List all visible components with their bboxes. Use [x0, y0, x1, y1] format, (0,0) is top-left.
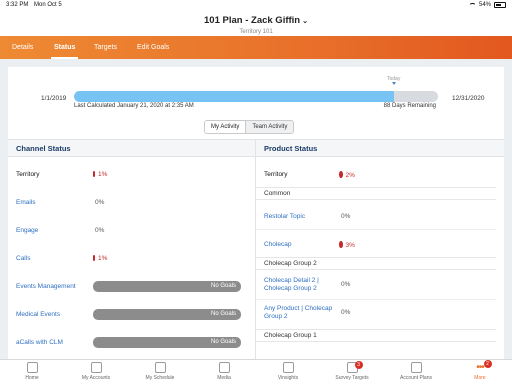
nav-survey-targets[interactable]: 3 Survey Targets	[320, 361, 384, 381]
channel-link[interactable]: aCalls with CLM	[16, 339, 86, 347]
progress-dot-icon	[339, 241, 343, 248]
product-value: 0%	[341, 309, 351, 316]
no-goals-bar: No Goals	[93, 309, 241, 320]
channel-value: 1%	[93, 171, 107, 179]
channel-link[interactable]: Calls	[16, 255, 86, 263]
team-activity-button[interactable]: Team Activity	[246, 121, 294, 133]
more-dots-icon: ••• 2	[475, 360, 492, 373]
battery-icon	[494, 2, 506, 8]
media-icon	[218, 362, 230, 373]
nav-account-plans[interactable]: Account Plans	[384, 362, 448, 381]
channel-value: 1%	[93, 255, 107, 263]
bottom-navigation: Home My Accounts My Schedule Media Vinsi…	[0, 359, 512, 384]
notification-badge: 2	[483, 360, 492, 368]
channel-value: 0%	[95, 199, 105, 206]
page-title: 101 Plan - Zack Giffin	[204, 15, 301, 26]
product-value: 0%	[341, 213, 351, 220]
clock-time: 3:32 PM	[6, 2, 29, 8]
days-remaining-text: 88 Days Remaining	[383, 103, 436, 109]
progress-dot-icon	[93, 255, 95, 261]
accounts-icon	[90, 362, 102, 373]
tab-details[interactable]: Details	[12, 36, 33, 59]
plan-title-dropdown[interactable]: 101 Plan - Zack Giffin ⌄	[204, 15, 308, 26]
row-divider	[256, 229, 496, 230]
product-value: 0%	[341, 281, 351, 288]
product-status-heading: Product Status	[256, 139, 504, 157]
channel-label: Territory	[16, 171, 40, 178]
no-goals-bar: No Goals	[93, 281, 241, 292]
plan-progress-bar	[74, 91, 438, 102]
tab-targets[interactable]: Targets	[94, 36, 117, 59]
product-link[interactable]: Restolar Topic	[264, 213, 334, 221]
account-plans-icon	[410, 362, 422, 373]
product-value: 3%	[339, 241, 355, 250]
product-link[interactable]: Any Product | Cholecap Group 2	[264, 305, 334, 321]
channel-link[interactable]: Medical Events	[16, 311, 86, 319]
today-marker-icon	[392, 82, 396, 85]
page-subtitle: Territory 101	[239, 29, 273, 35]
tab-bar: Details Status Targets Edit Goals	[0, 36, 512, 59]
calendar-icon	[154, 362, 166, 373]
channel-value: 0%	[95, 227, 105, 234]
row-divider	[256, 299, 496, 300]
product-value: 2%	[339, 171, 355, 180]
progress-dot-icon	[93, 171, 95, 177]
progress-dot-icon	[339, 171, 343, 178]
main-content: 1/1/2019 Today 12/31/2020 Last Calculate…	[0, 59, 512, 369]
timeline-start-date: 1/1/2019	[41, 95, 67, 102]
channel-link[interactable]: Emails	[16, 199, 86, 207]
status-card: 1/1/2019 Today 12/31/2020 Last Calculate…	[8, 67, 504, 369]
product-label: Territory	[264, 171, 288, 178]
product-group-header: Common	[256, 187, 496, 200]
plan-progress-fill	[74, 91, 395, 102]
product-link[interactable]: Cholecap	[264, 241, 334, 249]
timeline-end-date: 12/31/2020	[452, 95, 485, 102]
status-icons: 54%	[468, 2, 506, 8]
status-bar: 3:32 PM Mon Oct 5 54%	[0, 0, 512, 10]
channel-status-panel: Channel Status Territory 1% Emails 0% En…	[8, 139, 256, 369]
no-goals-bar: No Goals	[93, 337, 241, 348]
product-group-header: Cholecap Group 2	[256, 257, 496, 270]
channel-status-heading: Channel Status	[8, 139, 255, 157]
channel-link[interactable]: Engage	[16, 227, 86, 235]
nav-my-accounts[interactable]: My Accounts	[64, 362, 128, 381]
last-calculated-text: Last Calculated January 21, 2020 at 2:35…	[74, 103, 194, 109]
tab-edit-goals[interactable]: Edit Goals	[137, 36, 169, 59]
nav-media[interactable]: Media	[192, 362, 256, 381]
nav-vinsights[interactable]: Vinsights	[256, 362, 320, 381]
product-status-panel: Product Status Territory 2% Common Resto…	[256, 139, 504, 369]
channel-link[interactable]: Events Management	[16, 283, 96, 291]
nav-my-schedule[interactable]: My Schedule	[128, 362, 192, 381]
product-link[interactable]: Cholecap Detail 2 | Cholecap Group 2	[264, 277, 334, 293]
home-icon	[26, 362, 38, 373]
battery-percent: 54%	[478, 2, 491, 8]
nav-home[interactable]: Home	[0, 362, 64, 381]
product-group-header: Cholecap Group 1	[256, 329, 496, 342]
page-header: 101 Plan - Zack Giffin ⌄ Territory 101	[0, 10, 512, 36]
activity-toggle: My Activity Team Activity	[204, 120, 295, 134]
chevron-down-icon: ⌄	[302, 17, 308, 25]
tab-status[interactable]: Status	[50, 36, 79, 59]
my-activity-button[interactable]: My Activity	[205, 121, 247, 133]
notification-badge: 3	[354, 361, 363, 369]
wifi-icon	[468, 2, 476, 8]
chart-icon	[282, 362, 294, 373]
survey-icon: 3	[346, 361, 363, 373]
clock-date: Mon Oct 5	[34, 2, 62, 8]
nav-more[interactable]: ••• 2 More	[448, 360, 512, 381]
